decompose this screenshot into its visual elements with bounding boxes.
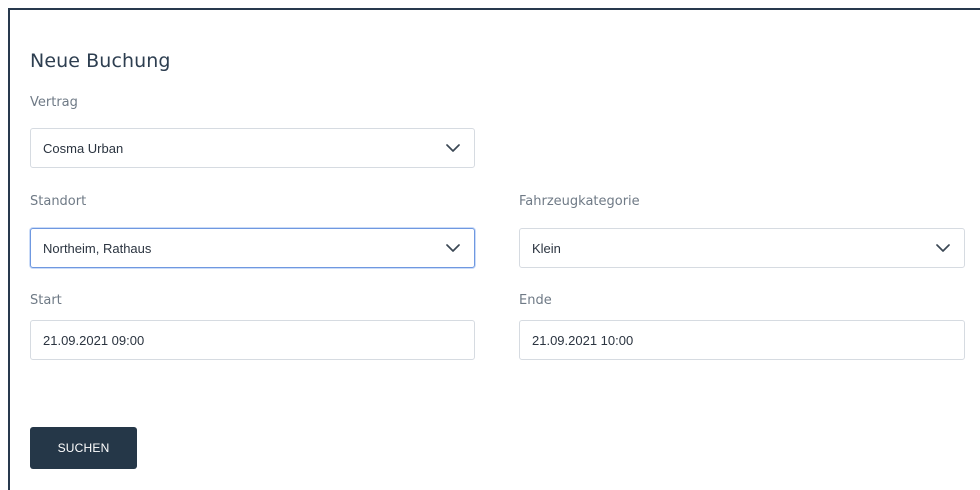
start-datetime-value: 21.09.2021 09:00 [43,332,145,348]
start-label: Start [30,293,62,308]
vehicle-category-select[interactable]: Klein [519,228,965,268]
page-title: Neue Buchung [30,49,171,72]
end-label: Ende [519,293,552,308]
contract-label: Vertrag [30,95,78,110]
vehicle-category-label: Fahrzeugkategorie [519,194,640,209]
search-button[interactable]: SUCHEN [30,427,137,469]
end-datetime-value: 21.09.2021 10:00 [532,332,634,348]
contract-select-value: Cosma Urban [43,140,124,156]
chevron-down-icon [445,140,461,156]
contract-select[interactable]: Cosma Urban [30,128,475,168]
chevron-down-icon [935,240,951,256]
vehicle-category-select-value: Klein [532,240,561,256]
end-datetime-input[interactable]: 21.09.2021 10:00 [519,320,965,360]
chevron-down-icon [445,240,461,256]
location-label: Standort [30,194,87,209]
location-select[interactable]: Northeim, Rathaus [30,228,475,268]
start-datetime-input[interactable]: 21.09.2021 09:00 [30,320,475,360]
location-select-value: Northeim, Rathaus [43,240,152,256]
